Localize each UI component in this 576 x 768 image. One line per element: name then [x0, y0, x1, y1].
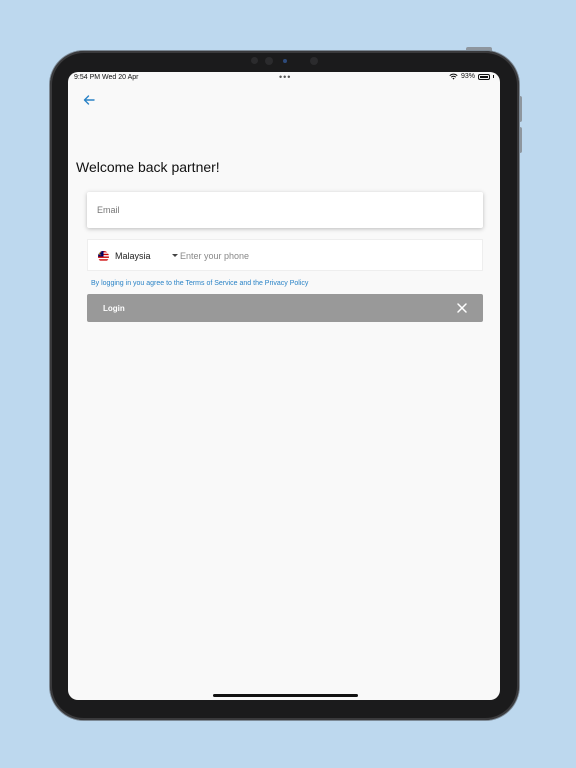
page-title: Welcome back partner!: [76, 159, 220, 175]
home-indicator[interactable]: [213, 694, 358, 697]
close-icon[interactable]: [456, 302, 468, 314]
wifi-icon: [449, 73, 458, 80]
email-field[interactable]: Email: [87, 192, 483, 228]
camera-lens: [283, 59, 287, 63]
multitasking-dots[interactable]: •••: [279, 72, 291, 82]
malaysia-flag-icon[interactable]: [98, 251, 109, 262]
sensor: [310, 57, 318, 65]
login-label: Login: [103, 304, 125, 313]
sensor: [251, 57, 258, 64]
sensor: [265, 57, 273, 65]
arrow-left-icon[interactable]: [81, 92, 97, 108]
battery-icon: [478, 73, 490, 80]
status-bar: 9:54 PM Wed 20 Apr ••• 93%: [68, 72, 500, 84]
country-selector[interactable]: Malaysia: [115, 251, 151, 261]
device-volume-up: [519, 96, 522, 122]
battery-percent: 93%: [460, 73, 475, 80]
battery-tip: [493, 75, 494, 78]
device-volume-down: [519, 127, 522, 153]
status-right: 93%: [449, 73, 494, 80]
login-button[interactable]: Login: [87, 294, 483, 322]
phone-input[interactable]: Enter your phone: [180, 251, 249, 261]
status-time: 9:54 PM Wed 20 Apr: [74, 74, 139, 81]
terms-link[interactable]: By logging in you agree to the Terms of …: [91, 280, 308, 287]
app-screen: 9:54 PM Wed 20 Apr ••• 93% Welcome back …: [68, 72, 500, 700]
chevron-down-icon[interactable]: [172, 254, 178, 257]
phone-field[interactable]: Malaysia Enter your phone: [87, 239, 483, 271]
email-placeholder: Email: [97, 205, 120, 215]
